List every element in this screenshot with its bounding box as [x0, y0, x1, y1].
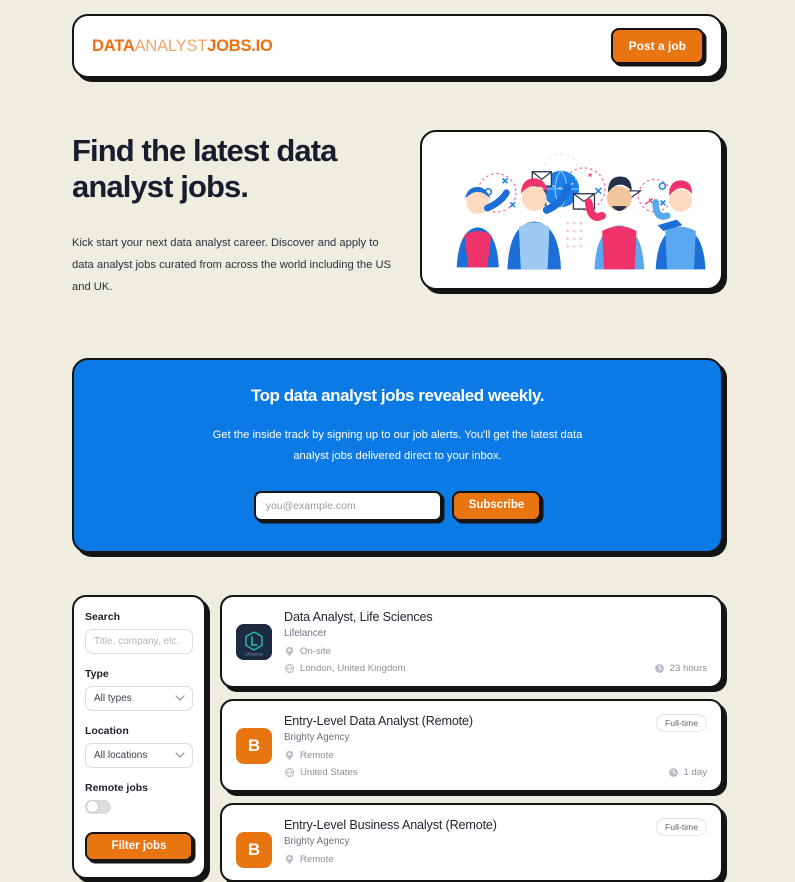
company-logo: B	[236, 831, 272, 868]
hero-text-column: Find the latest data analyst jobs. Kick …	[72, 130, 402, 298]
job-details: Data Analyst, Life Sciences Lifelancer O…	[284, 610, 707, 674]
clock-icon	[654, 663, 664, 673]
location-select-wrapper	[85, 742, 193, 768]
newsletter-email-input[interactable]	[253, 490, 442, 521]
job-list: Lifelancer Data Analyst, Life Sciences L…	[220, 594, 723, 882]
globe-icon	[284, 767, 295, 778]
job-work-mode-text: On-site	[300, 645, 331, 657]
job-type-badge: Full-time	[656, 713, 707, 732]
job-work-mode: Remote	[284, 750, 707, 761]
type-label: Type	[85, 667, 109, 680]
job-details: Entry-Level Business Analyst (Remote) Br…	[284, 818, 707, 868]
hero-title: Find the latest data analyst jobs.	[72, 133, 337, 204]
job-card[interactable]: Full-time B Entry-Level Business Analyst…	[220, 802, 723, 882]
subscribe-button[interactable]: Subscribe	[451, 490, 542, 521]
people-data-collaboration-illustration	[428, 143, 715, 277]
job-card[interactable]: Lifelancer Data Analyst, Life Sciences L…	[220, 594, 723, 688]
job-posted: 23 hours	[654, 663, 707, 674]
job-work-mode: On-site	[284, 646, 707, 657]
logo-part-analyst: ANALYST	[134, 36, 208, 55]
post-a-job-button[interactable]: Post a job	[610, 28, 704, 64]
logo-part-data: DATA	[92, 36, 135, 55]
job-work-mode-text: Remote	[300, 853, 334, 865]
newsletter-region: Top data analyst jobs revealed weekly. G…	[0, 298, 795, 553]
job-company: Brighty Agency	[284, 731, 350, 743]
job-company: Brighty Agency	[284, 835, 350, 847]
newsletter-card: Top data analyst jobs revealed weekly. G…	[72, 358, 723, 553]
newsletter-subtitle: Get the inside track by signing up to ou…	[212, 429, 583, 463]
map-pin-icon	[285, 854, 294, 864]
newsletter-form: Subscribe	[104, 490, 691, 521]
job-work-mode-text: Remote	[300, 749, 334, 761]
job-type-badge: Full-time	[656, 817, 707, 836]
remote-jobs-label: Remote jobs	[85, 781, 149, 794]
company-initial: B	[247, 735, 261, 755]
jobs-region: Search Type Location Remote jobs Filte	[0, 553, 795, 882]
map-pin-icon	[285, 646, 294, 656]
job-card[interactable]: Full-time B Entry-Level Data Analyst (Re…	[220, 698, 723, 792]
job-posted: 1 day	[668, 767, 707, 778]
job-location-row: London, United Kingdom 23 hours	[284, 663, 707, 674]
toggle-knob	[86, 801, 98, 813]
filter-jobs-button[interactable]: Filter jobs	[85, 831, 193, 861]
job-details: Entry-Level Data Analyst (Remote) Bright…	[284, 714, 707, 778]
job-location-row: United States 1 day	[284, 767, 707, 778]
job-title: Entry-Level Business Analyst (Remote)	[284, 817, 497, 832]
svg-text:Lifelancer: Lifelancer	[245, 651, 264, 656]
type-select-wrapper	[85, 685, 193, 711]
hero-illustration-card	[420, 130, 723, 290]
hero-subtitle: Kick start your next data analyst career…	[72, 236, 392, 293]
globe-icon	[284, 663, 295, 674]
type-select[interactable]	[85, 685, 193, 711]
map-pin-icon	[285, 750, 294, 760]
company-logo: B	[236, 727, 272, 764]
job-posted-text: 23 hours	[669, 662, 707, 674]
hero-section: Find the latest data analyst jobs. Kick …	[0, 78, 795, 298]
location-label: Location	[85, 724, 129, 737]
lifelancer-logo-icon: Lifelancer	[236, 623, 272, 660]
site-logo[interactable]: DATAANALYSTJOBS.IO	[92, 37, 273, 56]
search-input[interactable]	[85, 628, 193, 654]
remote-jobs-toggle[interactable]	[85, 799, 111, 814]
job-location-text: United States	[300, 766, 358, 778]
job-location-text: London, United Kingdom	[300, 662, 406, 674]
search-label: Search	[85, 610, 121, 623]
header-region: DATAANALYSTJOBS.IO Post a job	[0, 0, 795, 78]
site-header: DATAANALYSTJOBS.IO Post a job	[72, 14, 723, 78]
location-select[interactable]	[85, 742, 193, 768]
job-title: Data Analyst, Life Sciences	[284, 609, 433, 624]
company-initial: B	[247, 839, 261, 859]
job-company: Lifelancer	[284, 627, 327, 639]
job-location: London, United Kingdom	[284, 663, 406, 674]
job-work-mode: Remote	[284, 854, 707, 865]
job-location: United States	[284, 767, 358, 778]
page-root: DATAANALYSTJOBS.IO Post a job Find the l…	[0, 0, 795, 882]
company-logo: Lifelancer	[236, 623, 272, 660]
job-title: Entry-Level Data Analyst (Remote)	[284, 713, 473, 728]
job-filters-panel: Search Type Location Remote jobs Filte	[72, 594, 206, 879]
job-posted-text: 1 day	[683, 766, 707, 778]
logo-part-jobsio: JOBS.IO	[207, 36, 273, 55]
newsletter-title: Top data analyst jobs revealed weekly.	[250, 386, 545, 406]
clock-icon	[668, 767, 678, 777]
